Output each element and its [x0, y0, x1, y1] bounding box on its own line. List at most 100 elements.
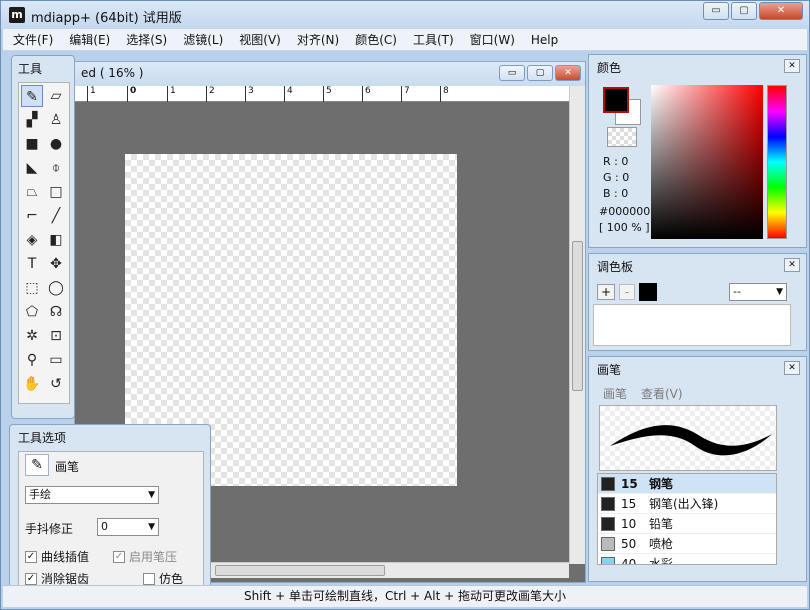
bucket-tool-icon[interactable]: ◈ [21, 229, 43, 251]
dot-pen-tool-icon[interactable]: ▞ [21, 109, 43, 131]
menu-color[interactable]: 颜色(C) [355, 31, 397, 48]
minimize-button[interactable]: ▭ [703, 2, 729, 20]
rotate-hand-tool-icon[interactable]: ↺ [45, 373, 67, 395]
text-tool-icon[interactable]: T [21, 253, 43, 275]
vertical-scroll-thumb[interactable] [572, 241, 583, 391]
ruler-mark: 0 [127, 86, 136, 102]
brush-size: 15 [621, 496, 637, 511]
ruler-mark: 8 [440, 86, 449, 102]
pen-icon[interactable]: ✎ [25, 454, 49, 476]
rect-fill-tool-icon[interactable]: ■ [21, 133, 43, 155]
menu-align[interactable]: 对齐(N) [297, 31, 339, 48]
menu-file[interactable]: 文件(F) [13, 31, 53, 48]
add-color-button[interactable]: + [597, 284, 615, 300]
brush-row[interactable]: 15 钢笔(出入锋) [598, 494, 776, 514]
mode-value: 手绘 [29, 488, 51, 501]
checkbox-empty-icon [143, 572, 155, 585]
curve-tool-icon[interactable]: ⌐ [21, 205, 43, 227]
eraser-tool-icon[interactable]: ▱ [45, 85, 67, 107]
line-tool-icon[interactable]: ╱ [45, 205, 67, 227]
brush-tab[interactable]: 画笔 [603, 385, 627, 402]
tool-grid: ✎ ▱ ▞ ♙ ■ ● ◣ ⌽ ⏢ □ ⌐ ╱ ◈ ◧ T ✥ ⬚ ◯ ⬠ ☊ … [18, 82, 70, 404]
menu-edit[interactable]: 编辑(E) [69, 31, 110, 48]
lasso-select-tool-icon[interactable]: ☊ [45, 301, 67, 323]
hand-tool-icon[interactable]: ✋ [21, 373, 43, 395]
palette-color-swatch[interactable] [639, 283, 657, 301]
doc-minimize-button[interactable]: ▭ [499, 65, 525, 81]
brush-panel-title: 画笔 [597, 363, 622, 377]
palette-panel-title: 调色板 [597, 260, 634, 274]
brush-row[interactable]: 10 铅笔 [598, 514, 776, 534]
hex-value: #000000 [599, 205, 651, 218]
brush-row[interactable]: 50 喷枪 [598, 534, 776, 554]
view-tab[interactable]: 查看(V) [641, 385, 683, 402]
close-icon[interactable]: ✕ [784, 59, 800, 73]
menu-view[interactable]: 视图(V) [239, 31, 281, 48]
select-pen-tool-icon[interactable]: ⊡ [45, 325, 67, 347]
rect-line-tool-icon[interactable]: □ [45, 181, 67, 203]
brush-row[interactable]: 15 钢笔 [598, 474, 776, 494]
enable-pressure-checkbox[interactable]: ✓ 启用笔压 [113, 548, 177, 565]
saturation-value-picker[interactable] [651, 85, 763, 239]
menu-bar: 文件(F) 编辑(E) 选择(S) 滤镜(L) 视图(V) 对齐(N) 颜色(C… [3, 29, 807, 51]
brush-stroke-icon [610, 425, 772, 456]
horizontal-scroll-thumb[interactable] [215, 565, 385, 576]
palette-swatches-area[interactable] [593, 304, 791, 346]
curve-interp-checkbox[interactable]: ✓ 曲线插值 [25, 548, 89, 565]
doc-maximize-button[interactable]: ▢ [527, 65, 553, 81]
tool-options-title: 工具选项 [18, 431, 67, 445]
move-tool-icon[interactable]: ✥ [45, 253, 67, 275]
stabilizer-dropdown[interactable]: 0 ▼ [97, 518, 159, 536]
ruler-mark: 7 [401, 86, 410, 102]
maximize-button[interactable]: ▢ [731, 2, 757, 20]
title-bar: m mdiapp+ (64bit) 试用版 ▭ ▢ ✕ [1, 1, 809, 29]
pen-tool-icon[interactable]: ✎ [21, 85, 43, 107]
brush-name: 钢笔(出入锋) [649, 497, 719, 511]
polyline-tool-icon[interactable]: ⏢ [21, 181, 43, 203]
mode-dropdown[interactable]: 手绘 ▼ [25, 486, 159, 504]
gradient-tool-icon[interactable]: ◧ [45, 229, 67, 251]
transparent-color-swatch[interactable] [607, 127, 637, 147]
hue-slider[interactable] [767, 85, 787, 239]
menu-window[interactable]: 窗口(W) [470, 31, 515, 48]
eyedropper-tool-icon[interactable]: ⚲ [21, 349, 43, 371]
polygon-fill-tool-icon[interactable]: ◣ [21, 157, 43, 179]
fill-tool-icon[interactable]: ♙ [45, 109, 67, 131]
checkmark-icon: ✓ [25, 550, 37, 563]
palette-dropdown[interactable]: -- ▼ [729, 283, 787, 301]
brush-size: 10 [621, 516, 637, 531]
ruler-mark: 4 [284, 86, 293, 102]
chevron-down-icon: ▼ [148, 522, 155, 532]
color-panel-title: 颜色 [597, 61, 622, 75]
ruler-mark: 6 [362, 86, 371, 102]
tools-panel-title: 工具 [18, 62, 43, 76]
app-logo-icon: m [9, 7, 25, 23]
menu-filter[interactable]: 滤镜(L) [183, 31, 223, 48]
foreground-color-swatch[interactable] [603, 87, 629, 113]
close-icon[interactable]: ✕ [784, 258, 800, 272]
rect-select-tool-icon[interactable]: ⬚ [21, 277, 43, 299]
brush-name: 喷枪 [649, 537, 674, 551]
vertical-scrollbar[interactable] [569, 86, 585, 564]
brush-swatch [601, 516, 615, 531]
enable-pressure-label: 启用笔压 [129, 550, 178, 564]
magic-wand-tool-icon[interactable]: ✲ [21, 325, 43, 347]
document-title-bar[interactable]: ed ( 16% ) ▭ ▢ ✕ [75, 62, 585, 86]
chevron-down-icon: ▼ [776, 287, 783, 297]
close-icon[interactable]: ✕ [784, 361, 800, 375]
brush-row[interactable]: 40 水彩 [598, 554, 776, 564]
menu-select[interactable]: 选择(S) [126, 31, 167, 48]
menu-help[interactable]: Help [531, 33, 558, 47]
checkmark-icon: ✓ [25, 572, 37, 585]
remove-color-button[interactable]: - [619, 284, 635, 300]
ellipse-fill-tool-icon[interactable]: ● [45, 133, 67, 155]
status-bar: Shift + 单击可绘制直线，Ctrl + Alt + 拖动可更改画笔大小 [3, 585, 807, 607]
lasso-fill-tool-icon[interactable]: ⌽ [45, 157, 67, 179]
menu-tools[interactable]: 工具(T) [413, 31, 454, 48]
ellipse-select-tool-icon[interactable]: ◯ [45, 277, 67, 299]
horizontal-ruler: 1 0 1 2 3 4 5 6 7 8 [75, 86, 569, 102]
close-button[interactable]: ✕ [759, 2, 803, 20]
doc-close-button[interactable]: ✕ [555, 65, 581, 81]
ruler-tool-icon[interactable]: ▭ [45, 349, 67, 371]
poly-select-tool-icon[interactable]: ⬠ [21, 301, 43, 323]
